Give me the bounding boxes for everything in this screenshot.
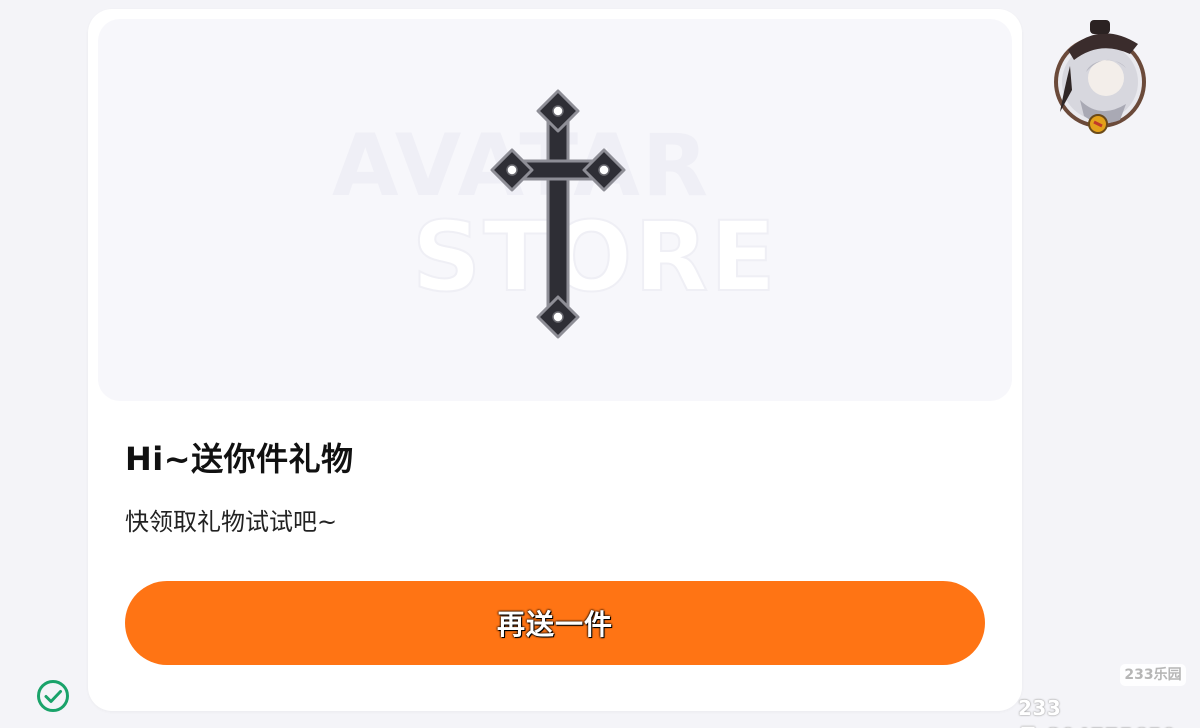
- gift-card: AVATAR STORE Hi: [88, 9, 1022, 711]
- id-watermark: 233号:394775659: [1018, 696, 1176, 728]
- cross-icon: [490, 89, 626, 339]
- send-another-button[interactable]: 再送一件: [125, 581, 985, 665]
- gift-title: Hi~送你件礼物: [125, 440, 354, 478]
- check-circle-icon: [37, 680, 69, 712]
- gift-subtitle: 快领取礼物试试吧~: [125, 508, 338, 536]
- page: AVATAR STORE Hi: [0, 0, 1200, 728]
- gift-preview: AVATAR STORE: [98, 19, 1012, 401]
- avatar-icon[interactable]: [1050, 20, 1150, 136]
- brand-watermark: 233乐园: [1120, 664, 1186, 686]
